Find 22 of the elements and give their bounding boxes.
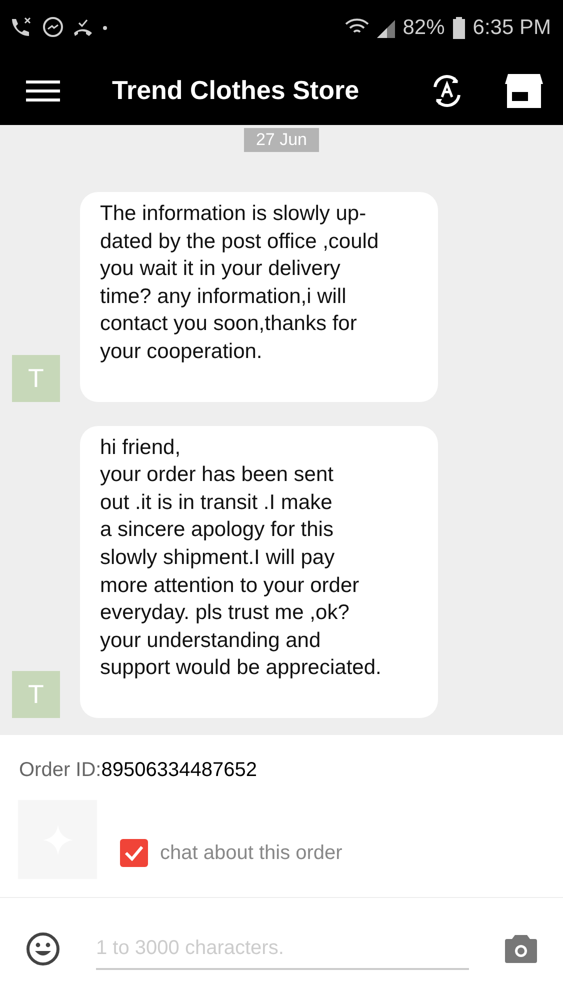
avatar: T [12,670,60,718]
emoji-icon[interactable] [26,932,60,966]
camera-icon[interactable] [505,935,537,963]
order-id-label: Order ID: [19,759,102,782]
message-bubble: The information is slowly up- dated by the post office ,could you wait it in your delivery time? any information,i will contact you soon,thanks for your cooperation. [80,192,438,402]
checkbox[interactable] [120,839,148,867]
date-label: 27 Jun [244,128,320,152]
check-icon [124,845,144,861]
dot-icon [102,25,108,31]
message-bubble: hi friend, your order has been sent out .it is in transit .I make a sincere apology for this slowly shipment.I will pay more attention to your order everyday. pls trust me ,ok? your understanding and support would be appreciated. [80,426,438,718]
signal-icon [376,18,395,38]
battery-level: 82% [402,16,445,40]
battery-icon [452,17,465,39]
avatar: T [12,354,60,402]
phone-icon [72,18,94,38]
checkbox-label: chat about this order [160,842,342,864]
store-icon[interactable] [505,74,543,108]
order-id: 89506334487652 [101,759,257,782]
store-title: Trend Clothes Store [112,75,360,106]
clock: 6:35 PM [472,16,551,40]
menu-icon[interactable] [26,80,60,102]
messenger-icon [42,17,64,39]
